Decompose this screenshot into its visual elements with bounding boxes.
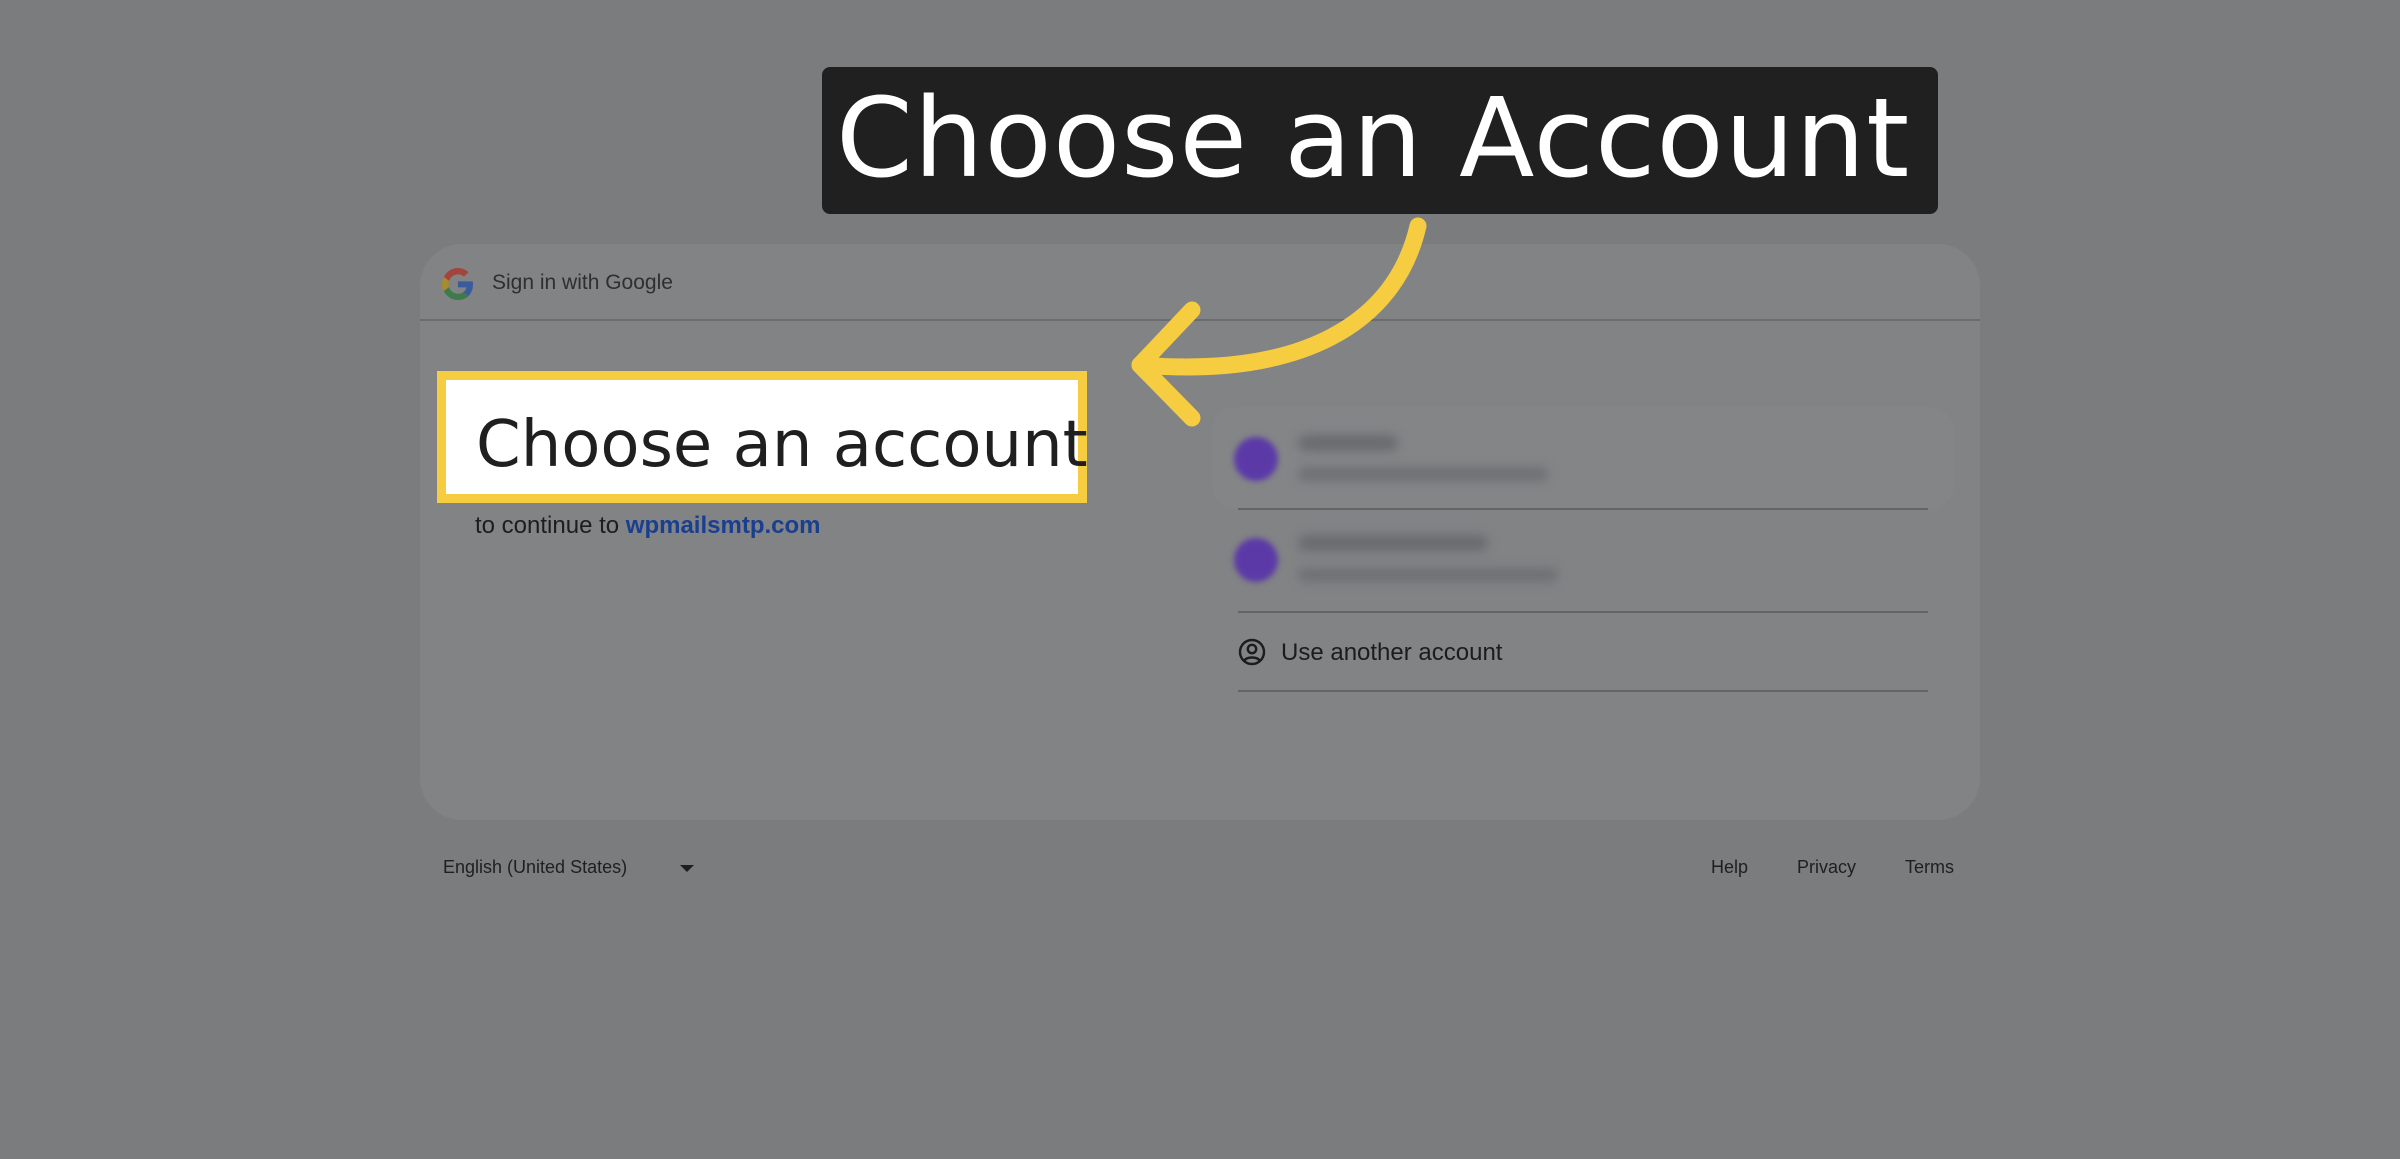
subtitle-prefix: to continue to	[475, 512, 620, 539]
callout-title: Choose an Account	[836, 74, 1911, 202]
divider	[1238, 508, 1928, 510]
privacy-link[interactable]: Privacy	[1797, 857, 1856, 878]
caret-down-icon[interactable]	[680, 865, 694, 872]
annotation-callout: Choose an Account	[822, 67, 1938, 214]
use-another-account-button[interactable]: Use another account	[1237, 618, 1917, 688]
domain-link[interactable]: wpmailsmtp.com	[626, 512, 821, 539]
account-email-blurred	[1298, 467, 1548, 481]
heading-highlight: Choose an account	[437, 371, 1088, 503]
avatar	[1234, 538, 1278, 582]
account-email-blurred	[1298, 568, 1558, 582]
account-row-1[interactable]	[1212, 407, 1954, 509]
account-name-blurred	[1298, 535, 1488, 551]
avatar	[1234, 437, 1278, 481]
help-link[interactable]: Help	[1711, 857, 1748, 878]
header-title: Sign in with Google	[492, 271, 673, 294]
subtitle: to continue to wpmailsmtp.com	[475, 512, 821, 540]
divider	[1238, 611, 1928, 613]
user-circle-icon	[1238, 638, 1266, 666]
terms-link[interactable]: Terms	[1905, 857, 1954, 878]
divider	[1238, 690, 1928, 692]
language-select[interactable]: English (United States)	[443, 857, 627, 878]
google-g-icon	[442, 268, 473, 300]
use-another-account-label: Use another account	[1281, 639, 1503, 666]
page-heading: Choose an account	[476, 408, 1088, 482]
card-header: Sign in with Google	[420, 244, 1980, 321]
account-row-2[interactable]	[1212, 511, 1954, 611]
account-name-blurred	[1298, 435, 1398, 451]
